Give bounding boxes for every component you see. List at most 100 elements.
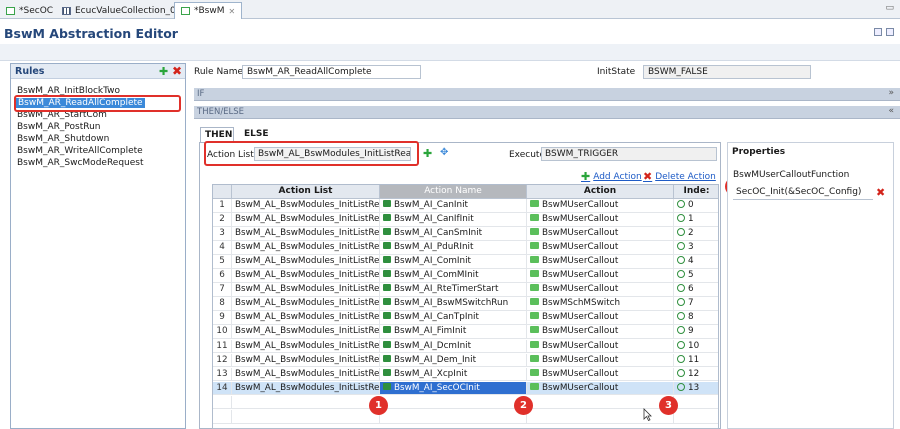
action-cell[interactable]: BswMUserCallout xyxy=(527,283,674,297)
index-cell[interactable]: 9 xyxy=(674,325,718,338)
then-else-section-bar[interactable]: THEN/ELSE « xyxy=(194,106,900,119)
rule-name-input[interactable]: BswM_AR_ReadAllComplete xyxy=(242,65,421,79)
table-row[interactable]: 8 BswM_AL_BswModules_InitListRea... BswM_A… xyxy=(213,297,718,312)
col-header-action[interactable]: Action xyxy=(527,185,674,199)
index-cell[interactable]: 1 xyxy=(674,213,718,226)
index-cell[interactable]: 2 xyxy=(674,227,718,240)
navigate-icon[interactable]: ✥ xyxy=(440,147,448,158)
table-row[interactable]: 3 BswM_AL_BswModules_InitListRea... BswM_A… xyxy=(213,227,718,241)
table-row[interactable]: 9 BswM_AL_BswModules_InitListRea... BswM_A… xyxy=(213,311,718,326)
row-number[interactable]: 1 xyxy=(213,199,232,212)
initstate-input[interactable]: BSWM_FALSE xyxy=(643,65,811,79)
index-cell[interactable]: 0 xyxy=(674,199,718,212)
action-name-cell[interactable]: BswM_AI_DcmInit xyxy=(380,339,527,353)
row-number[interactable]: 11 xyxy=(213,339,232,353)
action-cell[interactable]: BswMUserCallout xyxy=(527,227,674,240)
row-number[interactable]: 14 xyxy=(213,381,232,395)
action-list-cell[interactable]: BswM_AL_BswModules_InitListRea... xyxy=(232,367,380,381)
action-cell[interactable]: BswMUserCallout xyxy=(527,241,674,254)
action-list-cell[interactable]: BswM_AL_BswModules_InitListRea... xyxy=(232,255,380,268)
row-number[interactable]: 2 xyxy=(213,213,232,226)
table-row[interactable]: 11 BswM_AL_BswModules_InitListRea... BswM_… xyxy=(213,339,718,354)
action-cell[interactable]: BswMUserCallout xyxy=(527,199,674,212)
close-icon[interactable]: ✕ xyxy=(229,7,236,16)
rule-item[interactable]: BswM_AR_SwcModeRequest xyxy=(17,158,144,168)
col-header-index[interactable]: Inde: xyxy=(674,185,718,199)
action-list-cell[interactable]: BswM_AL_BswModules_InitListRea... xyxy=(232,283,380,297)
add-action-link[interactable]: ✚ Add Action xyxy=(581,170,642,183)
action-name-cell[interactable]: BswM_AI_PduRInit xyxy=(380,241,527,254)
action-list-cell[interactable]: BswM_AL_BswModules_InitListRea... xyxy=(232,213,380,226)
index-cell[interactable]: 11 xyxy=(674,354,718,367)
index-cell[interactable]: 5 xyxy=(674,269,718,282)
table-row[interactable]: 1 BswM_AL_BswModules_InitListRea... BswM_A… xyxy=(213,199,718,213)
index-cell[interactable]: 12 xyxy=(674,368,718,381)
save-icon[interactable] xyxy=(886,28,894,36)
action-name-cell[interactable]: BswM_AI_CanSmInit xyxy=(380,227,527,240)
table-row[interactable]: 13 BswM_AL_BswModules_InitListRea... BswM_… xyxy=(213,367,718,382)
action-name-cell[interactable]: BswM_AI_FimInit xyxy=(380,325,527,339)
tab-bswm[interactable]: *BswM ✕ xyxy=(174,2,243,19)
action-cell[interactable]: BswMUserCallout xyxy=(527,255,674,268)
add-action-list-icon[interactable]: ✚ xyxy=(423,147,432,160)
add-rule-icon[interactable]: ✚ xyxy=(159,65,168,78)
index-cell[interactable]: 10 xyxy=(674,340,718,353)
if-section-bar[interactable]: IF » xyxy=(194,88,900,101)
action-name-cell[interactable]: BswM_AI_CanInit xyxy=(380,199,527,212)
action-cell[interactable]: BswMUserCallout xyxy=(527,213,674,226)
table-row[interactable]: 5 BswM_AL_BswModules_InitListRea... BswM_A… xyxy=(213,255,718,269)
action-cell[interactable]: BswMUserCallout xyxy=(527,311,674,325)
delete-rule-icon[interactable]: ✖ xyxy=(172,64,182,78)
col-header-action-name[interactable]: Action Name xyxy=(380,185,527,199)
action-name-cell[interactable]: BswM_AI_BswMSwitchRun xyxy=(380,297,527,311)
action-name-cell[interactable]: BswM_AI_SecOCInit xyxy=(380,381,527,395)
action-list-cell[interactable]: BswM_AL_BswModules_InitListRea... xyxy=(232,311,380,325)
row-number[interactable]: 13 xyxy=(213,367,232,381)
row-number[interactable]: 9 xyxy=(213,311,232,325)
action-cell[interactable]: BswMSchMSwitch xyxy=(527,297,674,311)
action-name-cell[interactable]: BswM_AI_CanTpInit xyxy=(380,311,527,325)
action-list-cell[interactable]: BswM_AL_BswModules_InitListRea... xyxy=(232,269,380,283)
table-row[interactable]: 14 BswM_AL_BswModules_InitListRea... BswM_… xyxy=(213,381,718,396)
table-row[interactable]: 12 BswM_AL_BswModules_InitListRea... BswM_… xyxy=(213,353,718,368)
action-cell[interactable]: BswMUserCallout xyxy=(527,353,674,367)
minimize-icon[interactable]: ▭ xyxy=(885,3,894,13)
action-cell[interactable]: BswMUserCallout xyxy=(527,381,674,395)
row-number[interactable]: 12 xyxy=(213,353,232,367)
col-header-action-list[interactable]: Action List xyxy=(232,185,380,199)
index-cell[interactable]: 3 xyxy=(674,241,718,254)
rule-item[interactable]: BswM_AR_WriteAllComplete xyxy=(17,146,143,156)
action-list-cell[interactable]: BswM_AL_BswModules_InitListRea... xyxy=(232,339,380,353)
row-number[interactable]: 7 xyxy=(213,283,232,297)
delete-action-link[interactable]: ✖ Delete Action xyxy=(643,170,716,183)
execute-select[interactable]: BSWM_TRIGGER xyxy=(541,147,717,161)
action-cell[interactable]: BswMUserCallout xyxy=(527,325,674,339)
tab-then[interactable]: THEN xyxy=(200,127,234,142)
action-name-cell[interactable]: BswM_AI_ComMInit xyxy=(380,269,527,283)
table-row[interactable]: 6 BswM_AL_BswModules_InitListRea... BswM_A… xyxy=(213,269,718,284)
action-list-cell[interactable]: BswM_AL_BswModules_InitListRea... xyxy=(232,353,380,367)
clear-field-icon[interactable]: ✖ xyxy=(876,186,885,199)
user-callout-function-input[interactable]: SecOC_Init(&SecOC_Config) xyxy=(733,186,873,200)
action-list-cell[interactable]: BswM_AL_BswModules_InitListRea... xyxy=(232,297,380,311)
index-cell[interactable]: 13 xyxy=(674,382,718,395)
action-name-cell[interactable]: BswM_AI_CanIfInit xyxy=(380,213,527,226)
action-name-cell[interactable]: BswM_AI_XcpInit xyxy=(380,367,527,381)
action-list-cell[interactable]: BswM_AL_BswModules_InitListRea... xyxy=(232,381,380,395)
action-list-cell[interactable]: BswM_AL_BswModules_InitListRea... xyxy=(232,227,380,240)
table-row[interactable]: 4 BswM_AL_BswModules_InitListRea... BswM_A… xyxy=(213,241,718,255)
tab-ecuc-value-collection[interactable]: EcucValueCollection_0 xyxy=(56,2,182,19)
rule-item[interactable]: BswM_AR_PostRun xyxy=(17,122,101,132)
row-number[interactable]: 4 xyxy=(213,241,232,254)
collapse-icon[interactable]: « xyxy=(888,106,894,116)
rule-item[interactable]: BswM_AR_Shutdown xyxy=(17,134,109,144)
action-list-cell[interactable]: BswM_AL_BswModules_InitListRea... xyxy=(232,199,380,212)
index-cell[interactable]: 6 xyxy=(674,283,718,296)
action-name-cell[interactable]: BswM_AI_Dem_Init xyxy=(380,353,527,367)
table-row[interactable]: 10 BswM_AL_BswModules_InitListRea... BswM_… xyxy=(213,325,718,340)
index-cell[interactable]: 8 xyxy=(674,311,718,324)
action-list-cell[interactable]: BswM_AL_BswModules_InitListRea... xyxy=(232,325,380,339)
action-name-cell[interactable]: BswM_AI_ComInit xyxy=(380,255,527,268)
index-cell[interactable]: 7 xyxy=(674,297,718,310)
row-number[interactable]: 10 xyxy=(213,325,232,339)
